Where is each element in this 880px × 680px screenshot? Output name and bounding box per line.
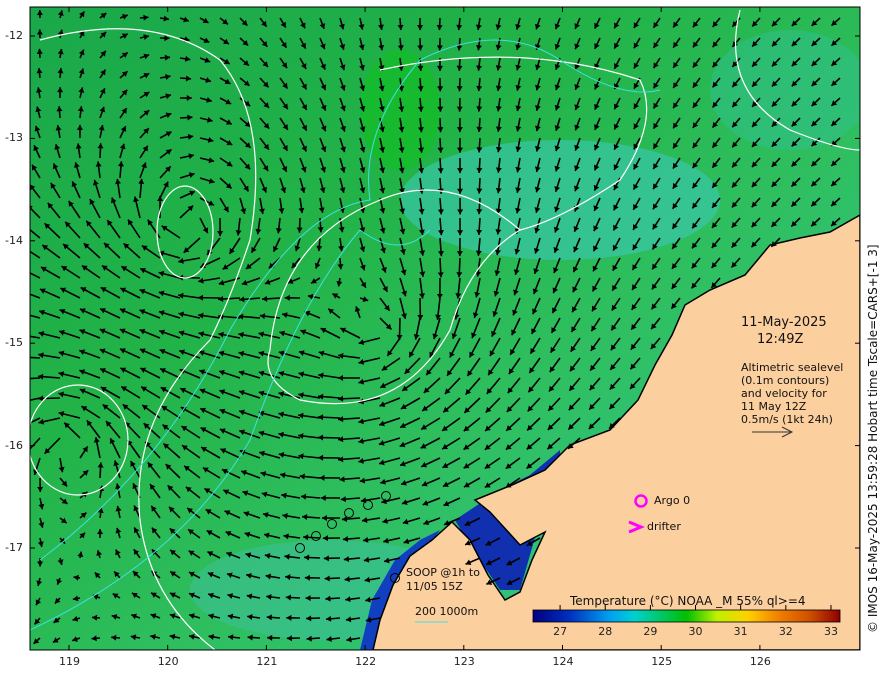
x-tick-label: 125 — [651, 655, 673, 668]
y-tick-label: -14 — [5, 233, 23, 247]
soop-label-line: SOOP @1h to — [406, 566, 480, 579]
velocity-arrowhead — [30, 226, 31, 227]
x-tick-label: 119 — [59, 655, 80, 668]
y-tick-label: -12 — [5, 29, 23, 42]
isobath-label: 200 1000m — [415, 605, 479, 618]
legend-note-line: and velocity for — [741, 387, 827, 400]
velocity-arrowhead — [20, 268, 26, 273]
velocity-arrowhead — [19, 399, 25, 405]
velocity-arrowhead — [22, 246, 28, 251]
drifter-label: drifter — [647, 520, 681, 533]
colorbar-tick-label: 29 — [643, 625, 658, 638]
y-tick-label: -15 — [5, 336, 23, 350]
cool-patch — [710, 30, 860, 150]
y-tick-label: -13 — [5, 131, 23, 145]
soop-label-line: 11/05 15Z — [406, 580, 463, 593]
x-tick-label: 124 — [552, 655, 574, 668]
sst-map-figure: 11-May-2025 12:49Z Altimetric sealevel (… — [0, 0, 880, 680]
argo-label: Argo 0 — [654, 494, 691, 507]
velocity-arrowhead — [18, 354, 23, 360]
colorbar-tick-label: 33 — [823, 625, 838, 638]
y-tick-label: -17 — [5, 541, 23, 554]
velocity-arrowhead — [19, 289, 25, 295]
x-tick-label: 123 — [453, 655, 475, 668]
legend-note-line: Altimetric sealevel — [741, 361, 844, 374]
colorbar-tick-label: 27 — [553, 625, 568, 638]
soop-label: SOOP @1h to 11/05 15Z — [406, 566, 480, 594]
credit-text: © IMOS 16-May-2025 13:59:28 Hobart time … — [866, 244, 880, 633]
map-time: 12:49Z — [757, 332, 804, 347]
y-tick-label: -16 — [5, 438, 23, 452]
x-tick-label: 122 — [355, 655, 377, 668]
colorbar — [532, 609, 841, 623]
velocity-arrowhead — [19, 311, 25, 317]
map-date: 11-May-2025 — [741, 315, 827, 330]
legend-note-line: 0.5m/s (1kt 24h) — [741, 413, 833, 426]
x-tick-label: 121 — [256, 655, 278, 668]
velocity-arrowhead — [18, 376, 23, 382]
legend-note-line: (0.1m contours) — [741, 374, 830, 387]
colorbar-tick-label: 31 — [733, 625, 748, 638]
legend-note: Altimetric sealevel (0.1m contours) and … — [741, 361, 843, 426]
colorbar-title: Temperature (°C) NOAA _M 55% ql>=4 — [570, 594, 806, 608]
colorbar-tick-label: 30 — [688, 625, 703, 638]
x-tick-label: 126 — [749, 655, 771, 668]
legend-note-line: 11 May 12Z — [741, 400, 807, 413]
velocity-arrowhead — [20, 423, 26, 428]
colorbar-tick-label: 32 — [778, 625, 793, 638]
colorbar-tick-label: 28 — [598, 625, 613, 638]
x-tick-label: 120 — [157, 655, 179, 668]
